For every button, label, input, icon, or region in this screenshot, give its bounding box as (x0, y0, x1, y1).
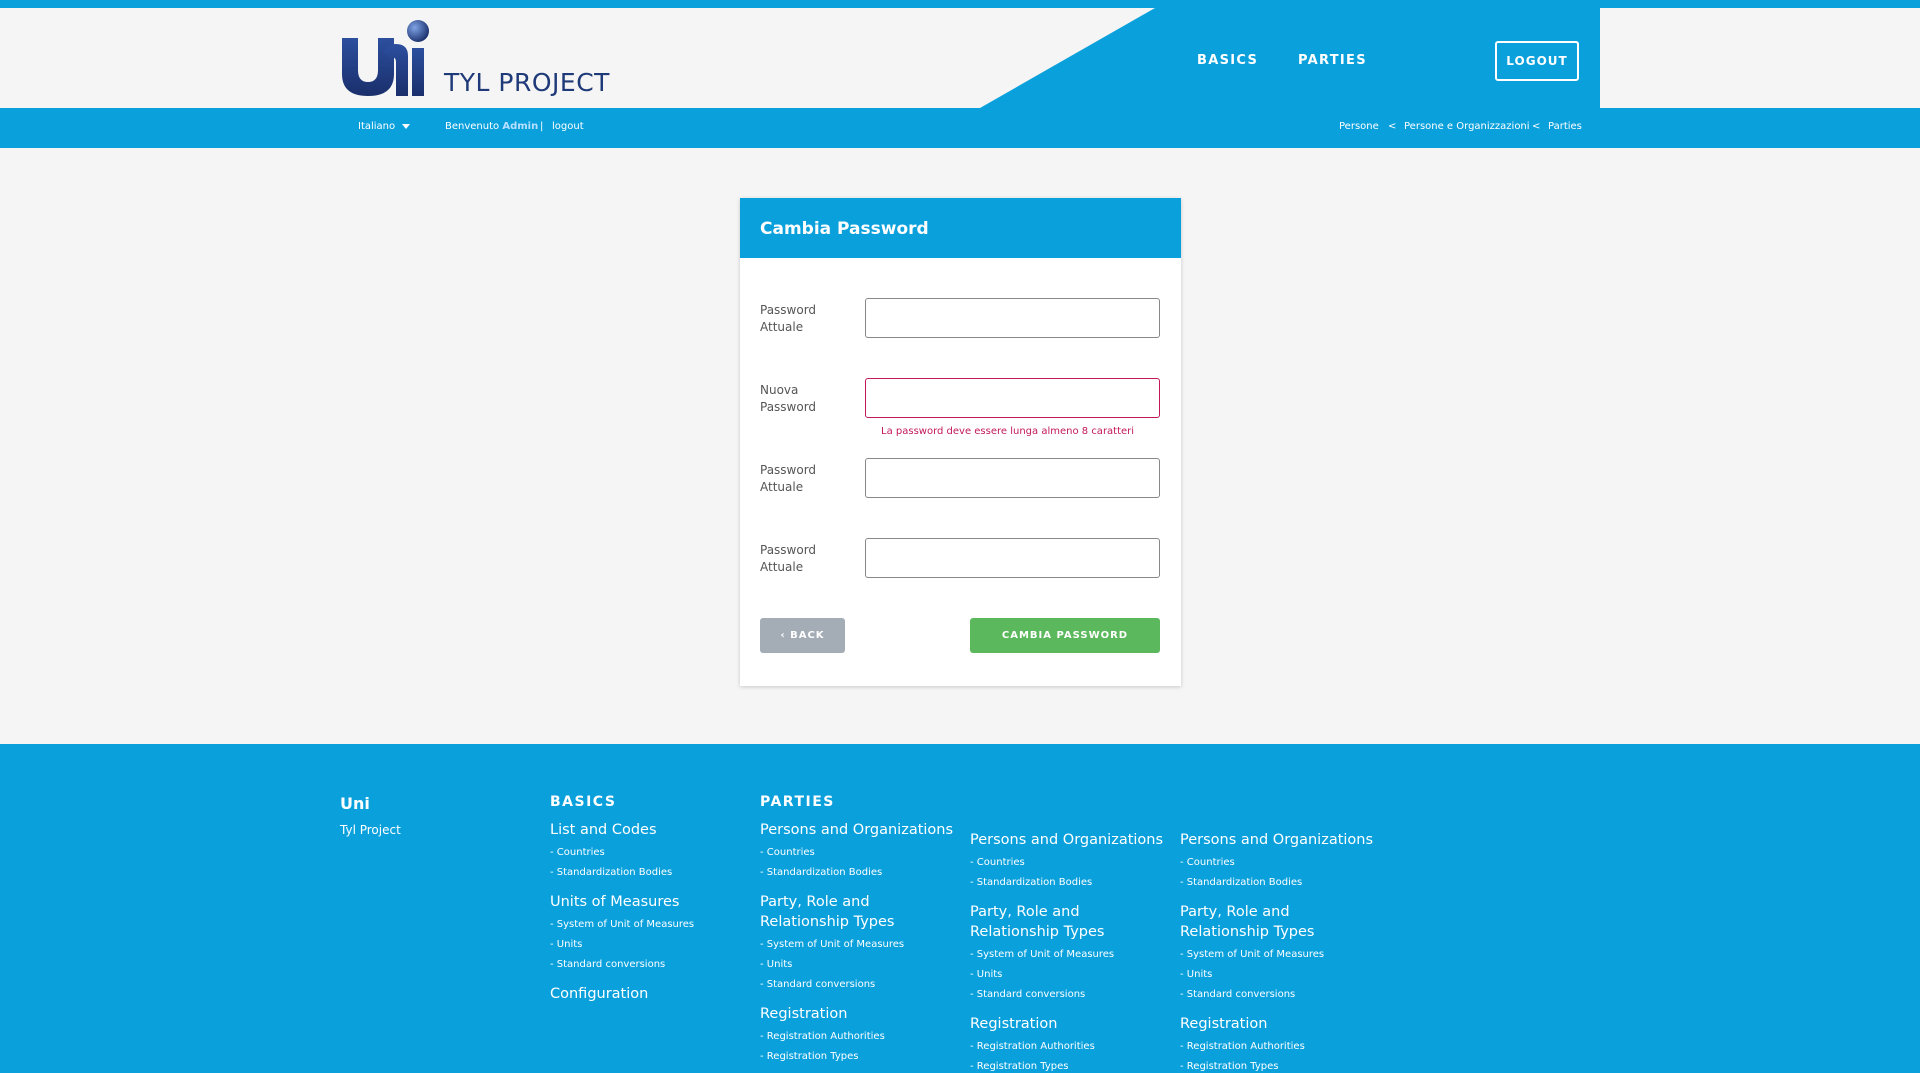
sub-bar: Italiano Benvenuto Admin | logout Person… (0, 108, 1920, 148)
footer: Uni Tyl Project BASICS List and Codes - … (0, 744, 1920, 1073)
card-title: Cambia Password (740, 198, 1181, 258)
footer-link[interactable]: - Countries (760, 846, 960, 860)
top-strip (0, 0, 1920, 8)
footer-brand: Uni Tyl Project (340, 794, 401, 837)
footer-link[interactable]: - Countries (970, 856, 1170, 870)
change-password-card: Cambia Password Password Attuale Nuova P… (740, 198, 1181, 686)
footer-parties-col-3: Persons and Organizations - Countries - … (1180, 824, 1380, 1073)
footer-basics: BASICS List and Codes - Countries - Stan… (550, 794, 694, 1004)
footer-brand-sub: Tyl Project (340, 823, 401, 837)
change-password-button[interactable]: CAMBIA PASSWORD (970, 618, 1160, 653)
footer-link[interactable]: - Countries (1180, 856, 1380, 870)
welcome-label: Benvenuto (445, 121, 500, 132)
footer-link-heading[interactable]: Party, Role and Relationship Types (970, 902, 1170, 942)
footer-link[interactable]: - Standardization Bodies (970, 876, 1170, 890)
breadcrumb-persone[interactable]: Persone (1339, 121, 1379, 132)
footer-link-heading[interactable]: Persons and Organizations (970, 830, 1170, 850)
nav-basics[interactable]: BASICS (1197, 53, 1258, 68)
chevron-down-icon (402, 123, 411, 129)
subbar-separator: | (540, 121, 544, 132)
brand-title: TYL PROJECT (444, 68, 610, 97)
label-current-password: Password Attuale (760, 303, 817, 334)
new-password-error: La password deve essere lunga almeno 8 c… (881, 426, 1135, 437)
footer-link-heading[interactable]: Persons and Organizations (1180, 830, 1380, 850)
footer-link[interactable]: - System of Unit of Measures (760, 938, 960, 952)
breadcrumb-sep: < (1532, 121, 1541, 132)
footer-link-heading[interactable]: Party, Role and Relationship Types (1180, 902, 1380, 942)
footer-link[interactable]: - Standard conversions (760, 978, 960, 992)
footer-link[interactable]: - Units (760, 958, 960, 972)
footer-link[interactable]: - Standardization Bodies (550, 866, 694, 880)
footer-link[interactable]: - Standard conversions (1180, 988, 1380, 1002)
footer-brand-title: Uni (340, 794, 370, 813)
footer-link[interactable]: - Countries (550, 846, 694, 860)
footer-link-heading[interactable]: List and Codes (550, 820, 694, 840)
nav-parties[interactable]: PARTIES (1298, 53, 1367, 68)
footer-link-heading[interactable]: Configuration (550, 984, 694, 1004)
back-button[interactable]: ‹ BACK (760, 618, 845, 653)
footer-link[interactable]: - Registration Authorities (760, 1030, 960, 1044)
footer-link[interactable]: - System of Unit of Measures (970, 948, 1170, 962)
password-input-3[interactable] (865, 458, 1160, 498)
footer-link[interactable]: - Units (550, 938, 694, 952)
footer-link[interactable]: - System of Unit of Measures (1180, 948, 1380, 962)
new-password-input[interactable] (865, 378, 1160, 418)
uni-logo-icon[interactable] (340, 18, 430, 98)
footer-parties-title: PARTIES (760, 794, 835, 810)
footer-link[interactable]: - Registration Authorities (1180, 1040, 1380, 1054)
logout-link[interactable]: logout (552, 121, 584, 132)
footer-link[interactable]: - System of Unit of Measures (550, 918, 694, 932)
breadcrumb-parties: Parties (1548, 121, 1582, 132)
language-selector[interactable]: Italiano (358, 121, 411, 132)
footer-parties-col-2: Persons and Organizations - Countries - … (970, 824, 1170, 1073)
footer-link[interactable]: - Standard conversions (550, 958, 694, 972)
footer-link-heading[interactable]: Units of Measures (550, 892, 694, 912)
footer-link[interactable]: - Registration Authorities (970, 1040, 1170, 1054)
footer-link-heading[interactable]: Party, Role and Relationship Types (760, 892, 960, 932)
label-password-4: Password Attuale (760, 543, 817, 574)
user-name: Admin (502, 121, 539, 132)
footer-link[interactable]: - Standardization Bodies (760, 866, 960, 880)
language-label: Italiano (358, 121, 396, 132)
footer-link[interactable]: - Units (970, 968, 1170, 982)
footer-link[interactable]: - Standardization Bodies (1180, 876, 1380, 890)
header (0, 8, 1920, 108)
footer-basics-title: BASICS (550, 794, 617, 810)
footer-link[interactable]: - Units (1180, 968, 1380, 982)
footer-link[interactable]: - Standard conversions (970, 988, 1170, 1002)
password-input-4[interactable] (865, 538, 1160, 578)
footer-link-heading[interactable]: Registration (760, 1004, 960, 1024)
footer-link[interactable]: - Registration Types (760, 1050, 960, 1064)
footer-link-heading[interactable]: Registration (970, 1014, 1170, 1034)
logout-button[interactable]: LOGOUT (1495, 41, 1579, 81)
label-new-password: Nuova Password (760, 383, 817, 414)
breadcrumb-sep: < (1388, 121, 1397, 132)
footer-link[interactable]: - Registration Types (970, 1060, 1170, 1073)
welcome-text: Benvenuto Admin (445, 121, 538, 132)
footer-link[interactable]: - Registration Types (1180, 1060, 1380, 1073)
chevron-left-icon: ‹ (780, 630, 786, 641)
current-password-input[interactable] (865, 298, 1160, 338)
breadcrumb-persone-organizzazioni[interactable]: Persone e Organizzazioni (1404, 121, 1530, 132)
footer-link-heading[interactable]: Registration (1180, 1014, 1380, 1034)
label-password-3: Password Attuale (760, 463, 817, 494)
footer-parties-col-1: PARTIES Persons and Organizations - Coun… (760, 794, 960, 1064)
back-label: BACK (790, 630, 825, 641)
footer-link-heading[interactable]: Persons and Organizations (760, 820, 960, 840)
